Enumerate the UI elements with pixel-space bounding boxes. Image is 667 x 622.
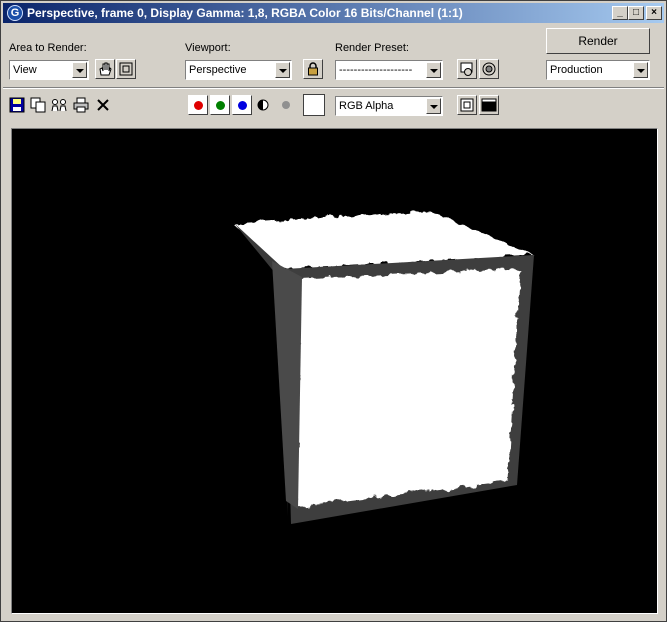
render-mode-dropdown[interactable]: Production xyxy=(546,60,650,80)
window-title: Perspective, frame 0, Display Gamma: 1,8… xyxy=(27,6,463,20)
color-swatch[interactable] xyxy=(303,94,325,116)
chevron-down-icon xyxy=(426,62,441,78)
lock-viewport-button[interactable] xyxy=(303,59,323,79)
minimize-button[interactable]: _ xyxy=(612,6,628,20)
clone-icon[interactable] xyxy=(51,97,67,113)
region-frame-icon xyxy=(119,62,133,76)
blue-channel-toggle[interactable] xyxy=(232,95,252,115)
copy-icon[interactable] xyxy=(30,97,46,113)
app-icon: G xyxy=(7,5,23,21)
blue-channel-icon xyxy=(238,101,247,110)
render-preset-label: Render Preset: xyxy=(335,42,409,54)
teapot-icon xyxy=(482,62,496,76)
environment-button[interactable] xyxy=(479,59,499,79)
render-preset-dropdown[interactable]: -------------------- xyxy=(335,60,443,80)
toggle-ui-overlay-button[interactable] xyxy=(457,95,477,115)
chevron-down-icon xyxy=(72,62,87,78)
display-icon xyxy=(481,98,497,112)
red-channel-toggle[interactable] xyxy=(188,95,208,115)
clear-icon[interactable] xyxy=(95,97,111,113)
close-button[interactable]: × xyxy=(646,6,662,20)
lock-icon xyxy=(308,62,318,76)
maximize-button[interactable]: □ xyxy=(628,6,644,20)
chevron-down-icon xyxy=(275,62,290,78)
rendered-cube-image xyxy=(232,211,534,524)
chevron-down-icon xyxy=(633,62,648,78)
render-viewport[interactable] xyxy=(11,128,658,614)
display-channel-dropdown[interactable]: RGB Alpha xyxy=(335,96,443,116)
display-channel-value: RGB Alpha xyxy=(339,100,394,112)
red-channel-icon xyxy=(194,101,203,110)
area-to-render-value: View xyxy=(13,64,37,76)
hand-icon xyxy=(99,62,112,76)
area-to-render-label: Area to Render: xyxy=(9,42,87,54)
green-channel-toggle[interactable] xyxy=(210,95,230,115)
save-icon[interactable] xyxy=(9,97,25,113)
green-channel-icon xyxy=(216,101,225,110)
area-to-render-dropdown[interactable]: View xyxy=(9,60,89,80)
edit-region-button[interactable] xyxy=(95,59,115,79)
render-setup-icon xyxy=(460,62,473,76)
viewport-value: Perspective xyxy=(189,64,247,76)
title-bar[interactable]: G Perspective, frame 0, Display Gamma: 1… xyxy=(3,3,664,23)
toolbar-separator xyxy=(3,87,664,89)
overlay-icon xyxy=(460,98,474,112)
toggle-ui-button[interactable] xyxy=(479,95,499,115)
chevron-down-icon xyxy=(426,98,441,114)
alpha-channel-icon[interactable] xyxy=(255,97,271,113)
render-preset-value: -------------------- xyxy=(339,64,413,76)
viewport-label: Viewport: xyxy=(185,42,231,54)
render-frame-window: G Perspective, frame 0, Display Gamma: 1… xyxy=(0,0,667,622)
print-icon[interactable] xyxy=(73,97,89,113)
auto-region-button[interactable] xyxy=(116,59,136,79)
render-button[interactable]: Render xyxy=(546,28,650,54)
monochrome-icon[interactable] xyxy=(278,97,294,113)
render-mode-value: Production xyxy=(550,64,603,76)
viewport-dropdown[interactable]: Perspective xyxy=(185,60,292,80)
render-setup-button[interactable] xyxy=(457,59,477,79)
